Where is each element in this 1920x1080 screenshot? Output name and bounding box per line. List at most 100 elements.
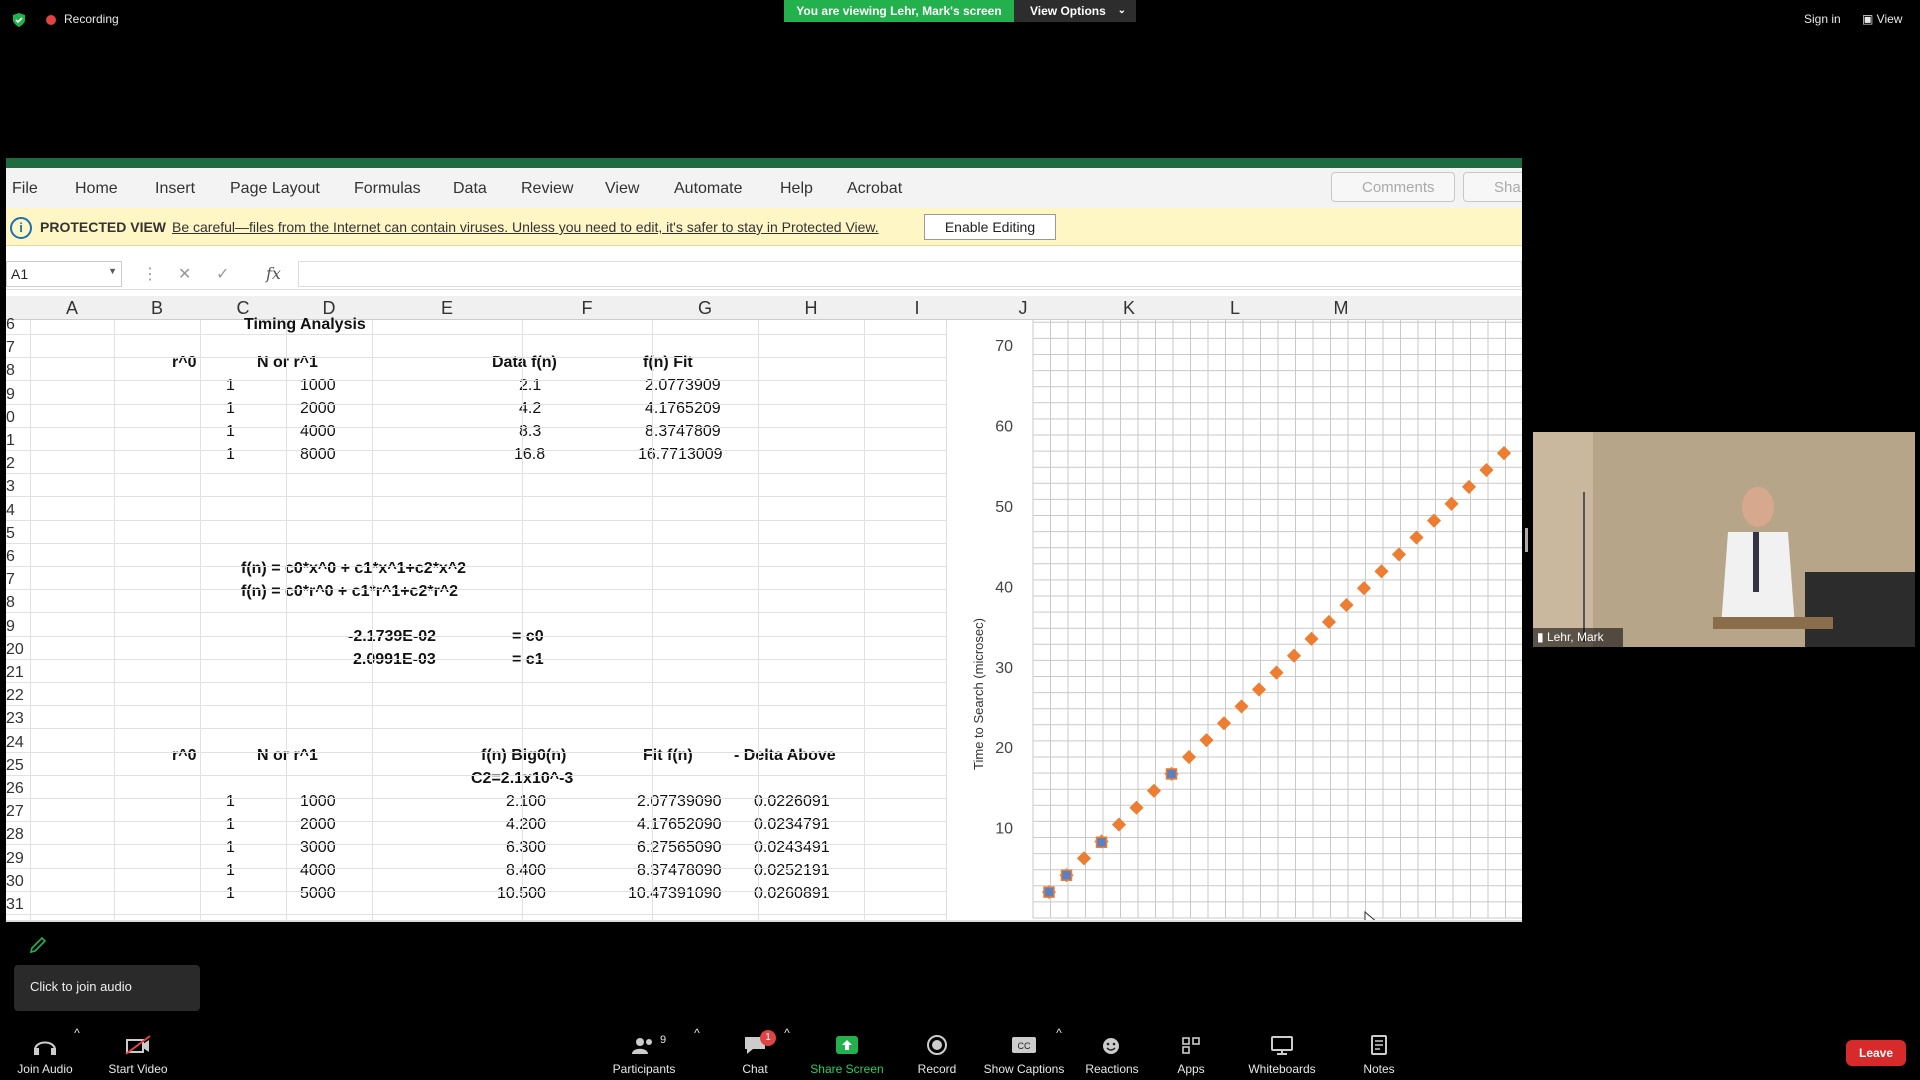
tab-page-layout[interactable]: Page Layout: [230, 180, 320, 198]
join-audio-tooltip[interactable]: Click to join audio: [14, 965, 200, 1011]
column-header-j[interactable]: J: [970, 298, 1076, 319]
apps-button[interactable]: Apps: [1166, 1034, 1216, 1076]
tab-home[interactable]: Home: [75, 180, 118, 198]
column-header-h[interactable]: H: [758, 298, 864, 319]
row-number[interactable]: 4: [6, 502, 26, 520]
row-number[interactable]: 0: [6, 409, 26, 427]
participant-video[interactable]: [1533, 432, 1915, 647]
cell-grid[interactable]: Timing Analysis r^0 N or r^1 Data f(n) f…: [6, 316, 946, 920]
table-cell: 8.400: [506, 862, 547, 879]
view-button[interactable]: ▣ View: [1862, 12, 1902, 26]
reactions-button[interactable]: Reactions: [1082, 1034, 1142, 1076]
row-number[interactable]: 6: [6, 316, 26, 334]
row-number[interactable]: 30: [6, 873, 26, 891]
data-point: [1129, 800, 1144, 815]
protected-view-bar: i PROTECTED VIEW Be careful—files from t…: [6, 208, 1522, 246]
name-box[interactable]: A1 ▼: [6, 261, 122, 287]
column-header-g[interactable]: G: [652, 298, 758, 319]
captions-options-chevron[interactable]: ^: [1052, 1026, 1066, 1040]
data-point: [1391, 547, 1407, 562]
data-point: [1409, 530, 1424, 545]
row-number[interactable]: 21: [6, 664, 26, 682]
protected-view-message[interactable]: Be careful—files from the Internet can c…: [172, 219, 879, 235]
cancel-icon[interactable]: ✕: [178, 264, 191, 284]
share-button[interactable]: Sha: [1463, 172, 1522, 202]
column-header-k[interactable]: K: [1076, 298, 1182, 319]
tab-automate[interactable]: Automate: [674, 180, 742, 198]
scatter-chart[interactable]: 10 20 30 40 50 60 70 Time to Search (microsec): [946, 320, 1522, 922]
horizontal-scrollbar[interactable]: [6, 920, 1522, 922]
comments-button[interactable]: Comments: [1331, 172, 1455, 202]
function-icon[interactable]: fx: [266, 264, 281, 283]
annotate-button[interactable]: [20, 928, 56, 958]
participant-name: Lehr, Mark: [1546, 630, 1604, 644]
column-header-i[interactable]: I: [864, 298, 970, 319]
enter-icon[interactable]: ✓: [216, 264, 229, 284]
row-number[interactable]: 9: [6, 618, 26, 636]
row-number[interactable]: 8: [6, 594, 26, 612]
tab-review[interactable]: Review: [521, 180, 573, 198]
tab-formulas[interactable]: Formulas: [354, 180, 421, 198]
chat-options-chevron[interactable]: ^: [780, 1026, 794, 1040]
column-gridline: [372, 320, 373, 920]
row-number[interactable]: 1: [6, 432, 26, 450]
row-number[interactable]: 23: [6, 710, 26, 728]
row-number[interactable]: 7: [6, 571, 26, 589]
row-gridline: [6, 658, 946, 660]
column-header-l[interactable]: L: [1182, 298, 1288, 319]
row-number[interactable]: 5: [6, 525, 26, 543]
notes-button[interactable]: Notes: [1352, 1034, 1406, 1076]
row-number[interactable]: 2: [6, 455, 26, 473]
row-number[interactable]: 6: [6, 548, 26, 566]
tab-help[interactable]: Help: [780, 180, 813, 198]
table-cell: 2.07739090: [637, 793, 722, 810]
row-number[interactable]: 20: [6, 641, 26, 659]
row-number[interactable]: 28: [6, 826, 26, 844]
row-number[interactable]: 25: [6, 757, 26, 775]
view-options-button[interactable]: View Options ⌄: [1014, 0, 1136, 22]
row-number[interactable]: 22: [6, 687, 26, 705]
row-number[interactable]: 27: [6, 803, 26, 821]
row-number[interactable]: 29: [6, 850, 26, 868]
row-number[interactable]: 7: [6, 339, 26, 357]
table-cell: 0.0260891: [754, 885, 830, 902]
row-number[interactable]: 26: [6, 780, 26, 798]
panel-resize-handle[interactable]: [1525, 528, 1528, 552]
mouse-cursor-icon: [1364, 910, 1378, 922]
data-point: [1479, 462, 1494, 478]
row-gridline: [6, 450, 946, 451]
column-header-f[interactable]: F: [522, 298, 652, 319]
tab-file[interactable]: File: [12, 180, 38, 198]
data-point: [1095, 836, 1108, 849]
column-header-e[interactable]: E: [372, 298, 522, 319]
row-number[interactable]: 3: [6, 478, 26, 496]
sign-in-link[interactable]: Sign in: [1804, 12, 1841, 26]
participants-button[interactable]: 9 Participants: [606, 1034, 682, 1076]
enable-editing-button[interactable]: Enable Editing: [924, 214, 1056, 240]
formula-input[interactable]: [298, 261, 1522, 287]
tab-insert[interactable]: Insert: [155, 180, 195, 198]
row-number[interactable]: 24: [6, 734, 26, 752]
viewing-screen-banner: You are viewing Lehr, Mark's screen: [784, 0, 1014, 22]
leave-button[interactable]: Leave: [1846, 1040, 1906, 1066]
start-video-button[interactable]: Start Video: [102, 1034, 174, 1076]
ribbon-tabs: File Home Insert Page Layout Formulas Da…: [6, 168, 1522, 208]
column-header-a[interactable]: A: [30, 298, 114, 319]
row-number[interactable]: 9: [6, 386, 26, 404]
row-number[interactable]: 8: [6, 362, 26, 380]
tab-view[interactable]: View: [605, 180, 639, 198]
audio-options-chevron[interactable]: ^: [70, 1026, 84, 1040]
tab-acrobat[interactable]: Acrobat: [847, 180, 902, 198]
row-gridline: [6, 519, 946, 521]
tab-data[interactable]: Data: [453, 180, 487, 198]
row-number[interactable]: 31: [6, 896, 26, 914]
share-screen-button[interactable]: Share Screen: [806, 1034, 888, 1076]
captions-icon: CC: [1012, 1037, 1036, 1053]
column-header-m[interactable]: M: [1288, 298, 1394, 319]
column-header-b[interactable]: B: [114, 298, 200, 319]
record-button[interactable]: Record: [912, 1034, 962, 1076]
whiteboards-button[interactable]: Whiteboards: [1240, 1034, 1324, 1076]
table-cell: 1: [226, 446, 235, 463]
chat-button[interactable]: 1 Chat: [730, 1030, 780, 1076]
participants-options-chevron[interactable]: ^: [690, 1026, 704, 1040]
